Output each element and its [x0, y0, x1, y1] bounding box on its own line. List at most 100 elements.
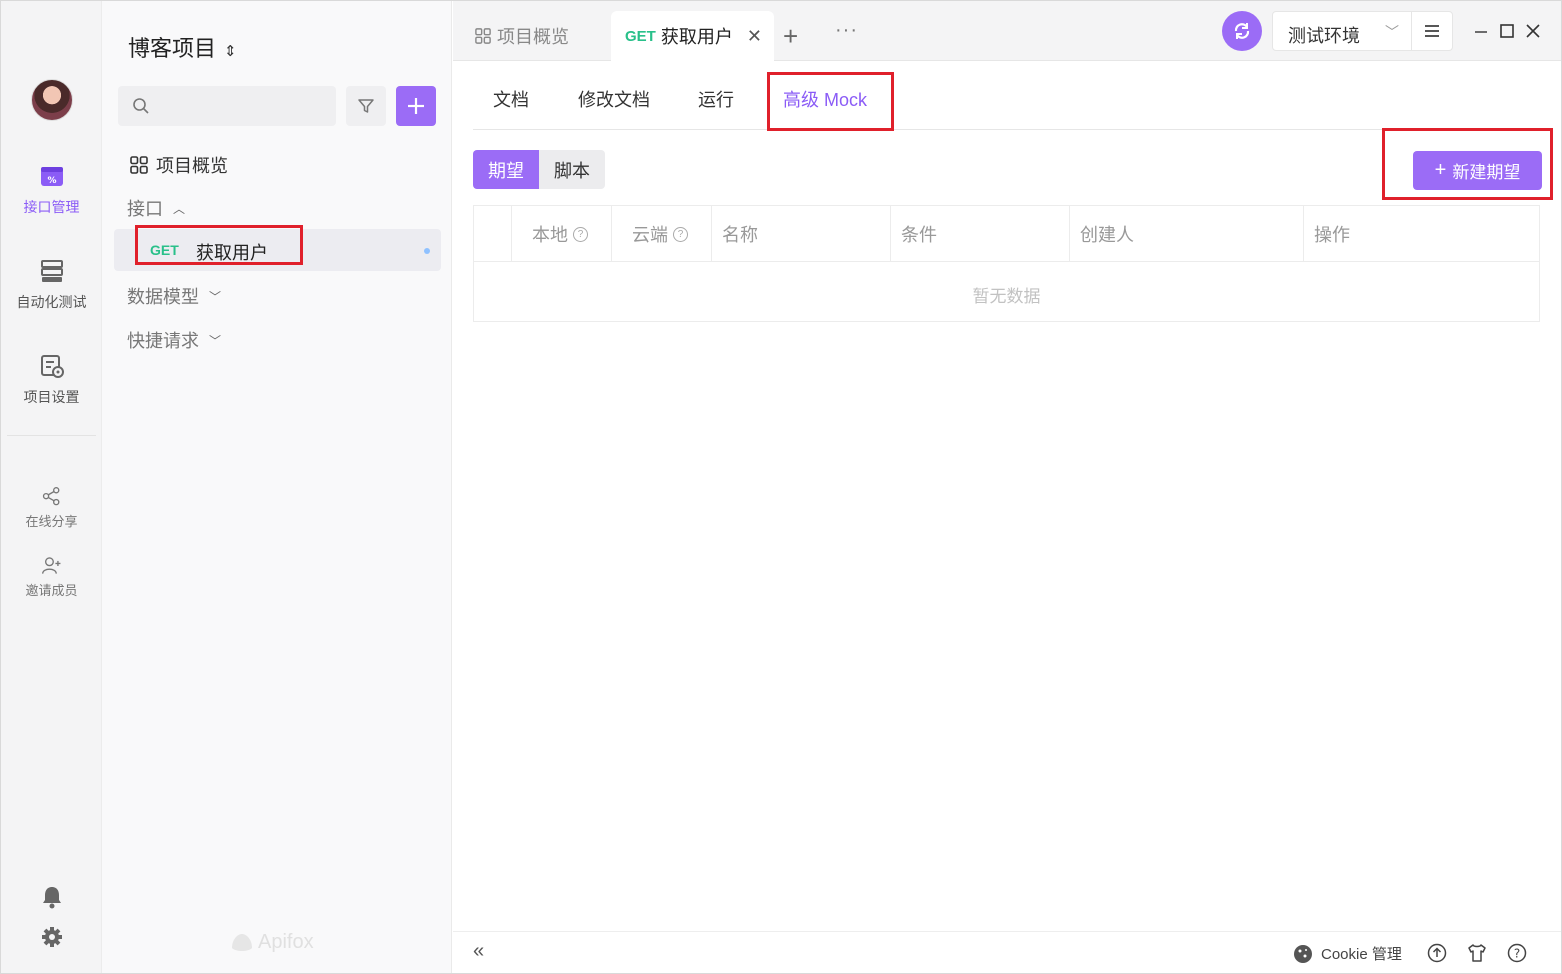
environment-menu-button[interactable] — [1411, 11, 1453, 51]
chevron-down-icon: ﹀ — [1385, 24, 1399, 40]
close-icon[interactable]: ✕ — [747, 26, 762, 47]
tab-bar: 项目概览 GET 获取用户 ✕ + ··· 测试环境 ﹀ — [453, 1, 1561, 61]
sync-icon — [1234, 23, 1250, 39]
cookie-icon — [1294, 944, 1312, 963]
tab-overview[interactable]: 项目概览 — [475, 11, 569, 61]
subtab-edit-doc[interactable]: 修改文档 — [578, 86, 650, 112]
avatar[interactable] — [31, 79, 73, 121]
table-header: 本地? 云端? 名称 条件 创建人 操作 — [474, 206, 1539, 262]
tree-group-quick-requests[interactable]: 快捷请求 ﹀ — [127, 327, 221, 353]
apifox-logo-icon — [232, 933, 252, 951]
add-button[interactable] — [396, 86, 436, 126]
window-close-icon[interactable] — [1525, 23, 1541, 39]
search-icon — [133, 98, 149, 114]
mock-segment-control: 期望 脚本 — [473, 150, 605, 189]
rail-label-invite-member: 邀请成员 — [25, 583, 78, 598]
search-input[interactable] — [158, 94, 328, 118]
more-tabs-button[interactable]: ··· — [835, 19, 858, 42]
segment-script[interactable]: 脚本 — [539, 150, 605, 189]
environment-select[interactable]: 测试环境 ﹀ — [1272, 11, 1412, 51]
environment-value: 测试环境 — [1288, 26, 1360, 46]
chevron-down-icon: ﹀ — [209, 333, 222, 348]
segment-expectation[interactable]: 期望 — [473, 150, 539, 189]
cookie-label: Cookie 管理 — [1321, 946, 1402, 963]
help-circle-icon[interactable]: ? — [1507, 943, 1527, 963]
column-condition: 条件 — [890, 206, 1069, 262]
add-user-icon — [41, 557, 60, 574]
minimize-icon[interactable] — [1473, 23, 1489, 39]
left-rail: % 接口管理 自动化测试 项目设置 在线分享 邀请成员 — [1, 1, 102, 973]
subtab-run[interactable]: 运行 — [698, 86, 734, 112]
sync-button[interactable] — [1222, 11, 1262, 51]
rail-label-online-share: 在线分享 — [25, 514, 78, 529]
help-icon[interactable]: ? — [673, 226, 688, 242]
tab-get-user[interactable]: GET 获取用户 ✕ — [611, 11, 774, 61]
grid-icon — [130, 156, 148, 174]
column-label-actions: 操作 — [1314, 225, 1350, 245]
project-title: 博客项目 — [128, 36, 217, 61]
tree-label-api: 接口 — [127, 199, 163, 219]
help-icon[interactable]: ? — [573, 226, 588, 242]
tab-method-badge: GET — [625, 27, 656, 45]
upload-icon[interactable] — [1427, 943, 1447, 963]
svg-text:%: % — [47, 176, 56, 186]
column-label-creator: 创建人 — [1080, 225, 1134, 245]
rail-label-api-management: 接口管理 — [23, 199, 80, 215]
project-switcher[interactable]: 博客项目 ⇕ — [128, 31, 237, 63]
column-creator: 创建人 — [1069, 206, 1303, 262]
rail-item-project-settings[interactable]: 项目设置 — [1, 353, 102, 407]
subtab-doc[interactable]: 文档 — [493, 86, 529, 112]
svg-text:?: ? — [1514, 947, 1520, 961]
tree-label-overview: 项目概览 — [156, 156, 228, 176]
status-bar: « Cookie 管理 ? — [453, 931, 1561, 973]
automation-test-icon — [40, 260, 63, 282]
filter-button[interactable] — [346, 86, 386, 126]
column-actions: 操作 — [1303, 206, 1539, 262]
highlight-box-endpoint — [135, 225, 303, 265]
cookie-manager-button[interactable]: Cookie 管理 — [1293, 943, 1402, 964]
rail-label-automation-test: 自动化测试 — [16, 294, 87, 310]
chevron-up-icon: ︿ — [173, 201, 186, 216]
highlight-box-new-expectation — [1382, 128, 1553, 200]
api-management-icon: % — [40, 167, 63, 186]
chevron-down-icon: ﹀ — [209, 289, 222, 304]
gear-icon[interactable] — [41, 926, 63, 948]
tree-label-quick-requests: 快捷请求 — [127, 331, 199, 351]
doc-subtabs: 文档 修改文档 运行 高级 Mock — [473, 61, 1541, 130]
maximize-icon[interactable] — [1499, 23, 1515, 39]
search-box[interactable] — [118, 86, 336, 126]
shirt-icon[interactable] — [1467, 943, 1487, 963]
rail-label-project-settings: 项目设置 — [23, 389, 80, 405]
rail-divider — [7, 435, 96, 436]
tree-group-api[interactable]: 接口 ︿ — [127, 195, 185, 221]
rail-item-invite-member[interactable]: 邀请成员 — [1, 555, 102, 599]
column-label-local: 本地 — [532, 225, 568, 245]
menu-icon — [1425, 25, 1439, 37]
rail-item-automation-test[interactable]: 自动化测试 — [1, 258, 102, 312]
tree-item-overview[interactable]: 项目概览 — [130, 152, 228, 178]
brand-name: Apifox — [258, 931, 314, 953]
brand-watermark: Apifox — [230, 931, 314, 954]
plus-icon — [408, 98, 424, 114]
tree-label-data-models: 数据模型 — [127, 287, 199, 307]
tree-group-data-models[interactable]: 数据模型 ﹀ — [127, 283, 221, 309]
rail-item-api-management[interactable]: % 接口管理 — [1, 163, 102, 217]
api-tree-sidebar: 博客项目 ⇕ 项目概览 接口 ︿ GET 获取用户 数据模型 ﹀ 快捷请求 ﹀ … — [102, 1, 452, 973]
new-tab-button[interactable]: + — [783, 21, 798, 52]
rail-item-online-share[interactable]: 在线分享 — [1, 486, 102, 530]
tab-label-overview: 项目概览 — [497, 27, 569, 47]
column-name: 名称 — [711, 206, 890, 262]
filter-icon — [358, 99, 374, 113]
switch-arrows-icon: ⇕ — [224, 43, 237, 60]
column-label-cloud: 云端 — [632, 225, 668, 245]
column-local: 本地? — [511, 206, 611, 262]
collapse-sidebar-icon[interactable]: « — [473, 940, 484, 963]
grid-icon — [475, 28, 491, 44]
column-label-condition: 条件 — [901, 225, 937, 245]
bell-icon[interactable] — [41, 885, 63, 909]
highlight-box-advanced-mock — [767, 72, 894, 131]
tab-label-get-user: 获取用户 — [660, 27, 733, 47]
column-cloud: 云端? — [611, 206, 711, 262]
project-settings-icon — [40, 355, 64, 378]
share-icon — [42, 487, 59, 506]
